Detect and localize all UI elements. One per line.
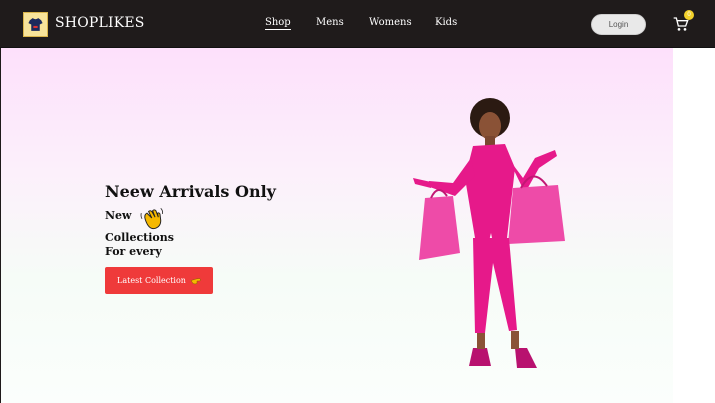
logo[interactable] [23,12,48,37]
hero-title: Neew Arrivals Only [105,182,276,201]
login-button[interactable]: Login [591,14,646,35]
latest-collection-button[interactable]: Latest Collection [105,267,213,294]
brand-name[interactable]: SHOPLIKES [55,15,145,31]
shopping-bag-left [419,196,460,260]
cta-label: Latest Collection [117,276,186,285]
hero-line-for-every: For every [105,245,162,258]
tshirt-icon [28,18,43,31]
hero-line-collections: Collections [105,231,174,244]
nav-link-shop[interactable]: Shop [265,17,291,30]
model-face [479,112,501,140]
pointing-hand-icon [190,278,201,285]
hero-model-image [413,98,565,368]
nav-link-womens[interactable]: Womens [369,17,412,28]
navbar: SHOPLIKES Shop Mens Womens Kids Login 0 [0,0,715,48]
nav-link-mens[interactable]: Mens [316,17,344,28]
nav-link-kids[interactable]: Kids [435,17,457,28]
page-edge [673,48,715,403]
waving-hand-icon [140,207,163,230]
cart-count-badge: 0 [684,10,694,20]
hero-line-new: New [105,209,132,222]
shopping-bag-right [508,185,565,244]
